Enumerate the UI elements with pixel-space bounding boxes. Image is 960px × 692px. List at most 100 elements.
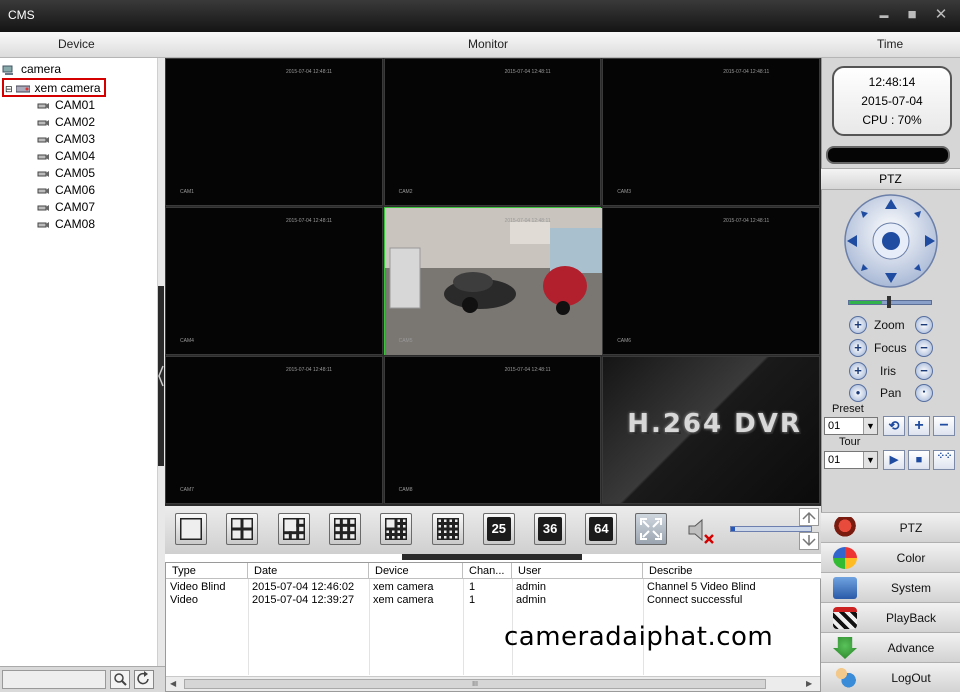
video-cell[interactable]: 2015-07-04 12:48:11 CAM2: [383, 58, 602, 206]
layout-4-button[interactable]: [226, 513, 259, 545]
pan-start-button[interactable]: ●: [849, 384, 867, 402]
collapse-toggle[interactable]: ⊟: [5, 84, 13, 94]
zoom-out-button[interactable]: −: [915, 316, 933, 334]
video-cell[interactable]: H.264 DVR: [602, 356, 820, 504]
menu-system[interactable]: System: [821, 572, 960, 602]
layout-6-button[interactable]: [277, 513, 310, 545]
log-column-divider: [369, 579, 370, 675]
iris-open-button[interactable]: +: [849, 362, 867, 380]
search-icon: [114, 673, 127, 686]
tree-search-input[interactable]: [2, 670, 106, 689]
log-column-header[interactable]: Describe: [643, 563, 822, 579]
clock-date: 2015-07-04: [861, 94, 923, 108]
layout-1-button[interactable]: [175, 513, 207, 545]
tree-item-cam[interactable]: CAM05: [36, 166, 95, 180]
system-icon: [833, 577, 857, 599]
layout-16-button[interactable]: [431, 513, 464, 545]
focus-out-button[interactable]: −: [915, 339, 933, 357]
layout-10-button[interactable]: [380, 513, 413, 545]
maximize-button[interactable]: ■: [902, 6, 922, 24]
speaker-muted-icon: [688, 518, 714, 544]
log-horizontal-scrollbar[interactable]: ◀ III ▶: [166, 676, 820, 691]
video-timestamp: 2015-07-04 12:48:11: [723, 218, 770, 224]
tree-item-cam[interactable]: CAM04: [36, 149, 95, 163]
menu-ptz[interactable]: PTZ: [821, 512, 960, 542]
video-cell[interactable]: 2015-07-04 12:48:11 CAM5: [383, 207, 602, 355]
focus-in-button[interactable]: +: [849, 339, 867, 357]
video-timestamp: 2015-07-04 12:48:11: [286, 367, 333, 373]
tour-play-button[interactable]: ▶: [883, 450, 905, 470]
log-cell: admin: [516, 594, 546, 606]
layout-grid-icon: [180, 518, 202, 540]
log-column-divider: [248, 579, 249, 675]
log-column-header[interactable]: User: [512, 563, 643, 579]
splitter-handle[interactable]: [158, 286, 164, 466]
ptz-icon: [833, 517, 857, 539]
video-cell[interactable]: 2015-07-04 12:48:11 CAM1: [165, 58, 383, 206]
refresh-button[interactable]: [134, 670, 154, 689]
tree-root[interactable]: camera: [2, 62, 61, 76]
tree-item-cam[interactable]: CAM01: [36, 98, 95, 112]
camera-icon: [37, 119, 49, 126]
video-cell[interactable]: 2015-07-04 12:48:11 CAM3: [602, 58, 820, 206]
mute-button[interactable]: [685, 516, 717, 544]
scroll-right-icon[interactable]: ▶: [806, 679, 812, 688]
video-cell[interactable]: 2015-07-04 12:48:11 CAM4: [165, 207, 383, 355]
log-cell: 1: [469, 581, 476, 593]
menu-color[interactable]: Color: [821, 542, 960, 572]
minimize-button[interactable]: ▬: [874, 6, 894, 24]
video-cell[interactable]: 2015-07-04 12:48:11 CAM6: [602, 207, 820, 355]
video-cell[interactable]: 2015-07-04 12:48:11 CAM8: [383, 356, 602, 504]
tree-item-cam[interactable]: CAM02: [36, 115, 95, 129]
menu-label: Advance: [887, 641, 935, 655]
ptz-direction-pad[interactable]: [841, 193, 941, 289]
menu-logout[interactable]: LogOut: [821, 662, 960, 692]
tree-item-cam[interactable]: CAM06: [36, 183, 95, 197]
layout-25-button[interactable]: 25: [482, 513, 515, 545]
log-column-header[interactable]: Date: [248, 563, 369, 579]
ptz-speed-slider[interactable]: [848, 296, 932, 308]
close-button[interactable]: ✕: [931, 6, 951, 24]
layout-64-button[interactable]: 64: [585, 513, 618, 545]
fullscreen-button[interactable]: [635, 513, 667, 545]
log-row[interactable]: Video 2015-07-04 12:39:27 xem camera 1 admin…: [166, 594, 820, 607]
tree-item-label: CAM05: [55, 166, 96, 180]
pan-stop-button[interactable]: ●: [915, 384, 933, 402]
tour-stop-button[interactable]: ■: [908, 450, 930, 470]
search-button[interactable]: [110, 670, 130, 689]
log-column-header[interactable]: Device: [369, 563, 463, 579]
scroll-thumb[interactable]: III: [184, 679, 766, 689]
scroll-up-button[interactable]: [799, 508, 819, 526]
layout-36-button[interactable]: 36: [534, 513, 567, 545]
tour-select[interactable]: 01 ▼: [824, 451, 878, 469]
iris-close-button[interactable]: −: [915, 362, 933, 380]
ptz-center-button[interactable]: [882, 232, 900, 250]
scroll-left-icon[interactable]: ◀: [170, 679, 176, 688]
tour-grid-button[interactable]: ⁘⁘: [933, 450, 955, 470]
preset-add-button[interactable]: +: [908, 416, 930, 436]
log-splitter[interactable]: [402, 554, 582, 560]
log-column-header[interactable]: Chan...: [463, 563, 512, 579]
menu-playback[interactable]: PlayBack: [821, 602, 960, 632]
tree-item-cam[interactable]: CAM03: [36, 132, 95, 146]
monitor-heading: Monitor: [468, 37, 509, 51]
tree-item-label: CAM01: [55, 98, 96, 112]
video-cell[interactable]: 2015-07-04 12:48:11 CAM7: [165, 356, 383, 504]
menu-advance[interactable]: Advance: [821, 632, 960, 662]
layout-9-button[interactable]: [328, 513, 361, 545]
preset-remove-button[interactable]: −: [933, 416, 955, 436]
tree-group-xem-camera[interactable]: ⊟ xem camera: [2, 78, 106, 97]
ptz-speed-thumb[interactable]: [886, 296, 891, 308]
log-cell: xem camera: [373, 594, 434, 606]
zoom-in-button[interactable]: +: [849, 316, 867, 334]
log-row[interactable]: Video Blind 2015-07-04 12:46:02 xem camera…: [166, 581, 820, 594]
tree-item-cam[interactable]: CAM08: [36, 217, 95, 231]
device-tree: camera ⊟ xem camera CAM01 CAM02 CAM03 CAM04 C…: [0, 58, 157, 666]
scroll-down-button[interactable]: [799, 532, 819, 550]
tree-item-cam[interactable]: CAM07: [36, 200, 95, 214]
log-column-header[interactable]: Type: [166, 563, 248, 579]
preset-goto-button[interactable]: ⟲: [883, 416, 905, 436]
layout-number: 25: [486, 517, 511, 541]
preset-select[interactable]: 01 ▼: [824, 417, 878, 435]
window-title: CMS: [8, 8, 35, 22]
